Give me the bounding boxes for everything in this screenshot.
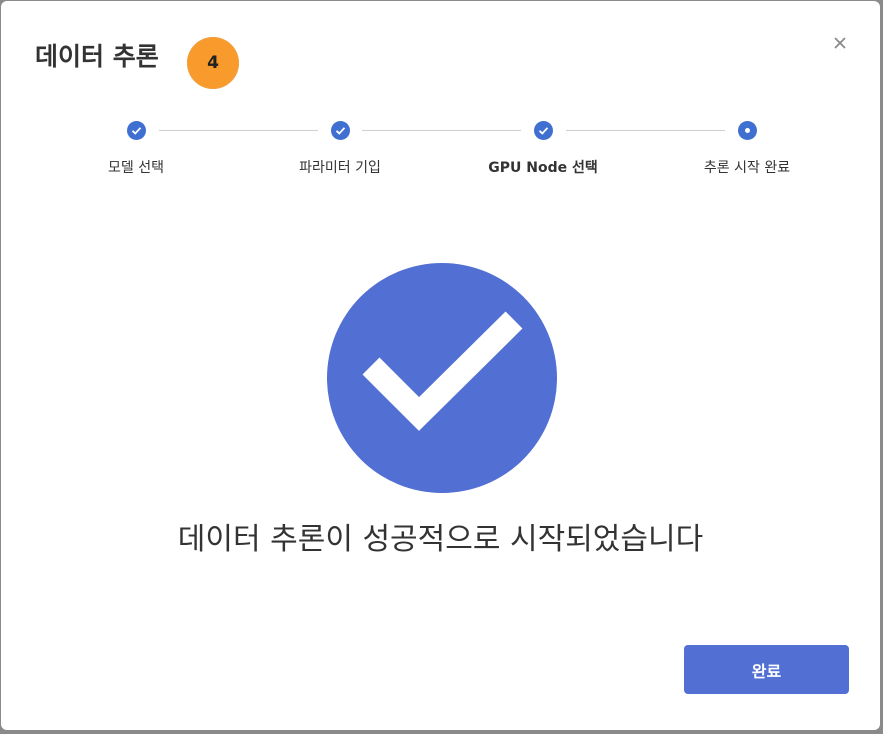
stepper: 모델 선택 파라미터 기입 GPU Node 선택 추론 시작 완료 [1, 119, 880, 189]
check-circle-icon [327, 263, 557, 493]
step-4-current-icon [738, 121, 757, 140]
step-2-label: 파라미터 기입 [299, 160, 381, 176]
step-3-label: GPU Node 선택 [488, 160, 598, 176]
dialog-title: 데이터 추론 [35, 42, 159, 71]
done-button[interactable]: 완료 [684, 645, 849, 694]
step-connector [159, 130, 318, 131]
success-message: 데이터 추론이 성공적으로 시작되었습니다 [177, 522, 704, 557]
close-icon [834, 37, 846, 49]
step-4-label: 추론 시작 완료 [703, 160, 791, 176]
step-badge: 4 [187, 37, 239, 89]
step-2-check-icon [331, 121, 350, 140]
dialog: 데이터 추론 4 모델 선택 파라미터 기입 GPU Node 선택 추론 시작… [1, 1, 880, 730]
step-3-check-icon [534, 121, 553, 140]
step-1-label: 모델 선택 [108, 160, 164, 176]
step-connector [566, 130, 725, 131]
step-connector [362, 130, 521, 131]
step-1-check-icon [127, 121, 146, 140]
close-button[interactable] [829, 32, 851, 54]
